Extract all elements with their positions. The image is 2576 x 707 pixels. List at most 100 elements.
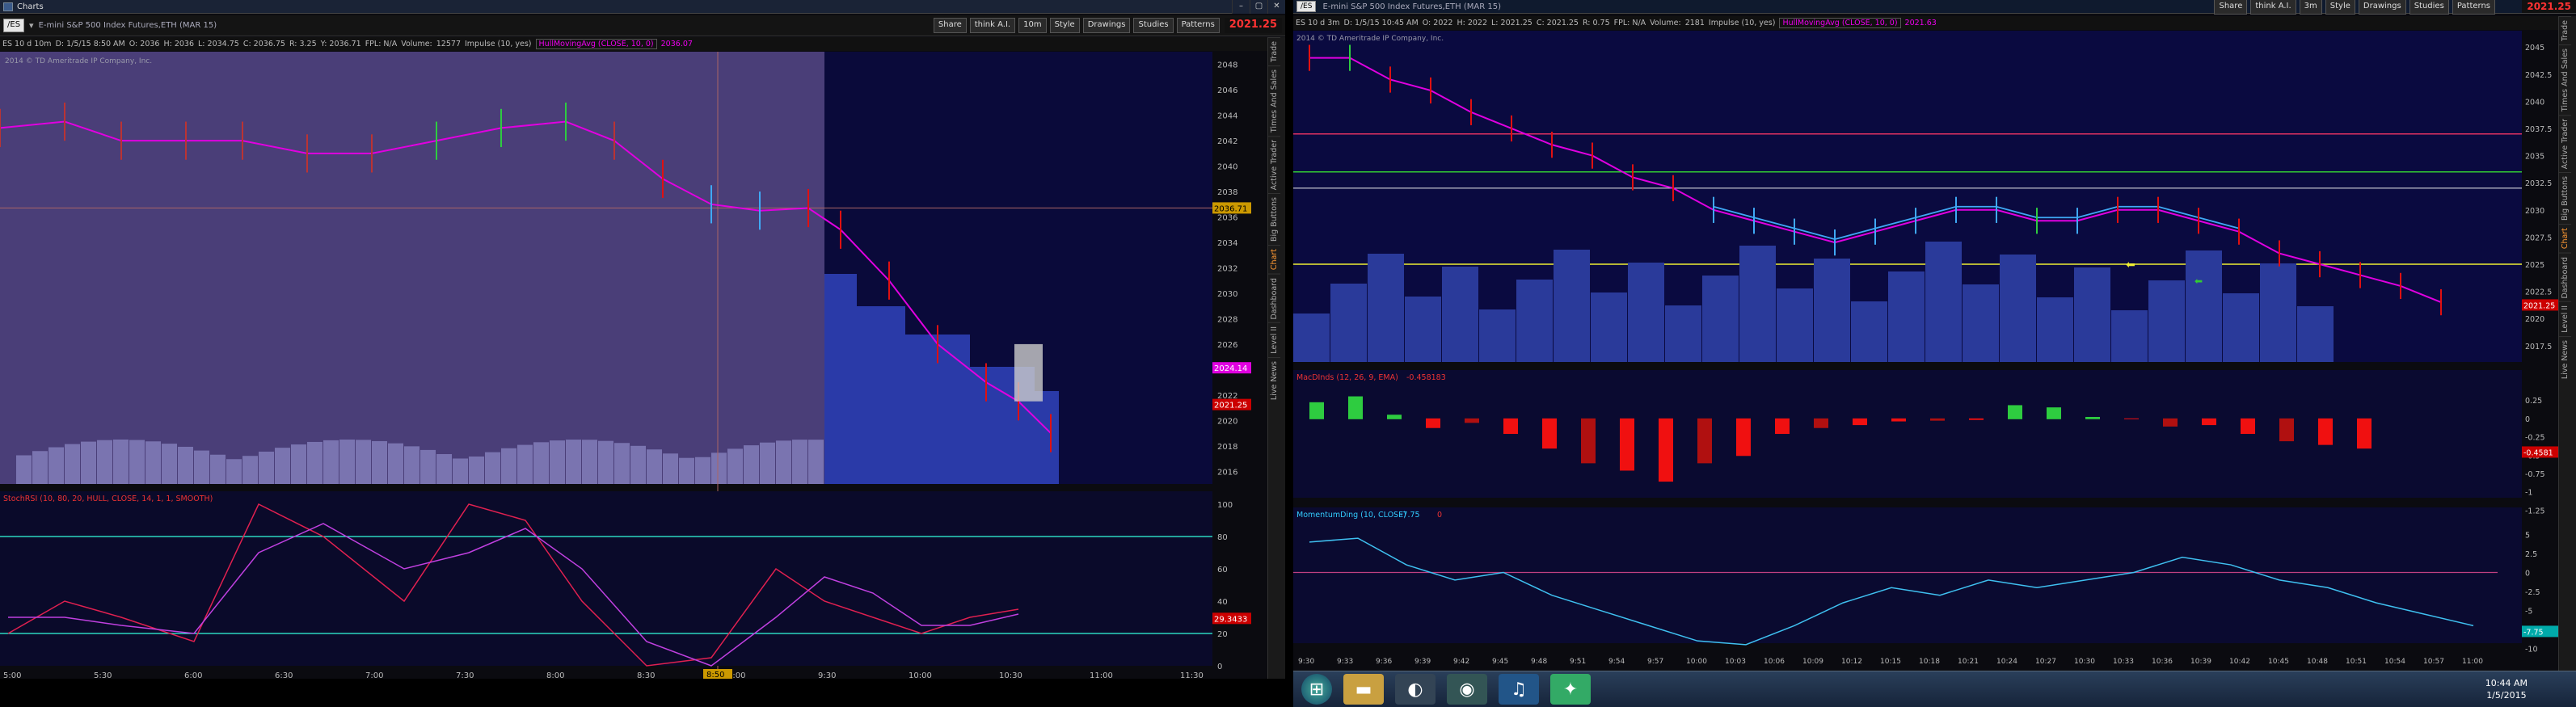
macd-tick: -0.25 xyxy=(2525,434,2545,443)
period-label[interactable]: ES 10 d 10m xyxy=(2,40,52,48)
symbol-input-right[interactable]: /ES xyxy=(1296,1,1317,12)
left-tool-studies[interactable]: Studies xyxy=(1133,18,1174,33)
price-tick: 2045 xyxy=(2525,44,2544,53)
close-button[interactable]: ✕ xyxy=(1267,0,1285,14)
volume-bar xyxy=(1888,271,1925,362)
right-chart-canvas[interactable]: 2014 © TD Ameritrade IP Company, Inc. 204… xyxy=(1293,31,2558,671)
side-tab-trade[interactable]: Trade xyxy=(2559,16,2571,45)
side-tab-big-buttons[interactable]: Big Buttons xyxy=(2559,172,2571,225)
volume-bar xyxy=(598,440,613,484)
macd-histogram-bar xyxy=(1542,418,1557,449)
side-tab-level-ii[interactable]: Level II xyxy=(1268,322,1280,357)
side-tab-live-news[interactable]: Live News xyxy=(2559,335,2571,382)
itunes-icon[interactable]: ♫ xyxy=(1499,674,1539,705)
volume-bar xyxy=(824,274,857,484)
price-tick: 2017.5 xyxy=(2525,343,2552,351)
side-tab-level-ii[interactable]: Level II xyxy=(2559,301,2571,336)
side-tab-dashboard[interactable]: Dashboard xyxy=(2559,252,2571,302)
macd-histogram-bar xyxy=(1348,396,1363,419)
start-button[interactable]: ⊞ xyxy=(1301,674,1332,705)
side-tab-big-buttons[interactable]: Big Buttons xyxy=(1268,193,1280,246)
right-tool-studies[interactable]: Studies xyxy=(2409,0,2449,15)
macd-label: MacDInds (12, 26, 9, EMA) xyxy=(1296,373,1398,382)
price-tick: 2030 xyxy=(2525,207,2544,216)
time-tick: 7:00 xyxy=(365,671,383,679)
side-tab-active-trader[interactable]: Active Trader xyxy=(1268,136,1280,194)
volume-bar xyxy=(259,451,274,484)
hull-ma-label[interactable]: HullMovingAvg (CLOSE, 10, 0) xyxy=(1779,18,1901,28)
hull-ma-label[interactable]: HullMovingAvg (CLOSE, 10, 0) xyxy=(535,39,657,49)
side-tab-chart[interactable]: Chart xyxy=(1268,245,1280,274)
right-tool-think-a-i-[interactable]: think A.I. xyxy=(2250,0,2296,15)
time-tick: 10:12 xyxy=(1841,658,1862,666)
window-title: Charts xyxy=(17,2,44,11)
momentum-tick: -2.5 xyxy=(2525,588,2540,597)
volume-bar xyxy=(1702,276,1739,362)
symbol-description: E-mini S&P 500 Index Futures,ETH (MAR 15… xyxy=(38,21,217,30)
crosshair-price-label: 2036.71 xyxy=(1214,204,1247,213)
macd-value-label: -0.4581 xyxy=(2523,448,2553,457)
volume-label: Volume: xyxy=(401,40,432,48)
left-tool-style[interactable]: Style xyxy=(1049,18,1080,33)
left-tool-drawings[interactable]: Drawings xyxy=(1082,18,1131,33)
hull-ma-value: 2036.07 xyxy=(660,40,693,48)
time-tick: 11:00 xyxy=(2462,658,2483,666)
time-tick: 10:00 xyxy=(909,671,932,679)
volume-bar xyxy=(162,444,177,484)
macd-histogram-bar xyxy=(2241,418,2255,434)
volume-bar xyxy=(275,448,290,484)
volume-bar xyxy=(469,456,484,484)
right-tool-3m[interactable]: 3m xyxy=(2299,0,2322,15)
volume-bar xyxy=(582,440,597,484)
minimize-button[interactable]: – xyxy=(1232,0,1250,14)
low-label: L: 2034.75 xyxy=(198,40,239,48)
system-clock[interactable]: 10:44 AM 1/5/2015 xyxy=(2485,677,2528,701)
right-tool-patterns[interactable]: Patterns xyxy=(2452,0,2495,15)
side-tab-active-trader[interactable]: Active Trader xyxy=(2559,115,2571,173)
maximize-button[interactable]: ▢ xyxy=(1250,0,1267,14)
media-icon[interactable]: ◐ xyxy=(1395,674,1436,705)
left-tool-10m[interactable]: 10m xyxy=(1018,18,1047,33)
chrome-icon[interactable]: ◉ xyxy=(1447,674,1487,705)
left-tool-think-a-i-[interactable]: think A.I. xyxy=(969,18,1016,33)
macd-histogram-bar xyxy=(2202,418,2216,426)
impulse-label[interactable]: Impulse (10, yes) xyxy=(1709,19,1776,27)
period-label[interactable]: ES 10 d 3m xyxy=(1296,19,1340,27)
thinkorswim-icon[interactable]: ✦ xyxy=(1550,674,1591,705)
price-tick: 2040 xyxy=(1217,163,1237,172)
price-tick: 2038 xyxy=(1217,188,1237,197)
side-tab-live-news[interactable]: Live News xyxy=(1268,356,1280,403)
impulse-label[interactable]: Impulse (10, yes) xyxy=(465,40,532,48)
left-tool-share[interactable]: Share xyxy=(933,18,967,33)
time-tick: 10:54 xyxy=(2384,658,2405,666)
date-label: D: 1/5/15 10:45 AM xyxy=(1343,19,1419,27)
volume-label: Volume: xyxy=(1650,19,1681,27)
symbol-input[interactable]: /ES xyxy=(3,19,25,32)
macd-histogram-bar xyxy=(1697,418,1712,464)
volume-bar xyxy=(1963,284,1999,362)
right-tool-drawings[interactable]: Drawings xyxy=(2358,0,2406,15)
macd-histogram-bar xyxy=(2085,417,2100,419)
side-tab-trade[interactable]: Trade xyxy=(1268,37,1280,66)
dropdown-icon[interactable]: ▾ xyxy=(29,20,34,31)
momentum-flag: 0 xyxy=(1437,511,1442,520)
momentum-value-label: -7.75 xyxy=(2523,628,2544,637)
stoch-panel xyxy=(0,491,1212,666)
macd-panel xyxy=(1293,370,2522,498)
side-tab-times-and-sales[interactable]: Times And Sales xyxy=(1268,65,1280,137)
left-chart-canvas[interactable]: 2014 © TD Ameritrade IP Company, Inc. 204… xyxy=(0,52,1267,679)
side-tab-chart[interactable]: Chart xyxy=(2559,224,2571,253)
macd-histogram-bar xyxy=(1736,418,1751,457)
right-tool-share[interactable]: Share xyxy=(2214,0,2248,15)
side-tab-dashboard[interactable]: Dashboard xyxy=(1268,273,1280,323)
time-tick: 10:30 xyxy=(2074,658,2095,666)
price-tick: 2020 xyxy=(1217,417,1237,426)
momentum-panel xyxy=(1293,507,2522,643)
time-tick: 11:30 xyxy=(1180,671,1204,679)
left-tool-patterns[interactable]: Patterns xyxy=(1176,18,1220,33)
explorer-icon[interactable]: ▬ xyxy=(1343,674,1384,705)
right-tool-style[interactable]: Style xyxy=(2325,0,2355,15)
side-tabs: Trade Times And Sales Active Trader Big But… xyxy=(1267,37,1285,679)
side-tab-times-and-sales[interactable]: Times And Sales xyxy=(2559,44,2571,116)
momentum-tick: 5 xyxy=(2525,531,2530,540)
